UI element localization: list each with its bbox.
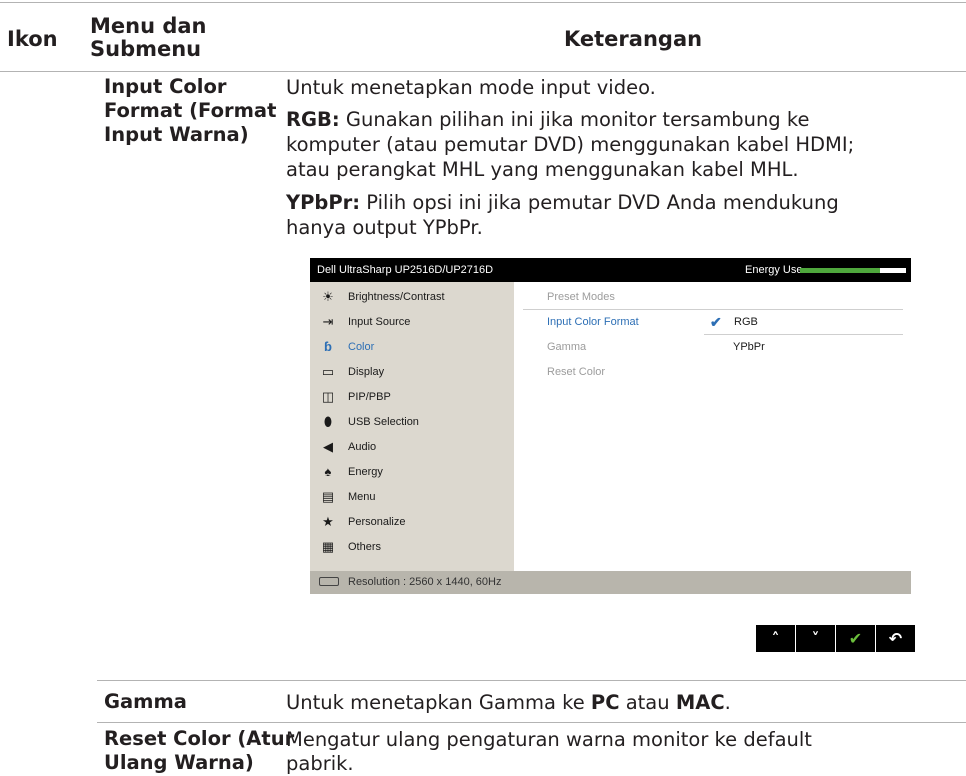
osd-title-bar: Dell UltraSharp UP2516D/UP2716D Energy U…: [310, 258, 911, 282]
gamma-text-b: atau: [619, 691, 676, 714]
osd-item-label: Personalize: [348, 516, 406, 528]
down-icon: ˅: [811, 629, 820, 648]
energy-use-bar: [800, 268, 906, 273]
osd-status-bar: Resolution : 2560 x 1440, 60Hz: [310, 571, 911, 594]
menu-input-color-format-line2: Format (Format: [104, 99, 277, 122]
osd-title: Dell UltraSharp UP2516D/UP2716D: [317, 264, 494, 276]
desc-ypbpr-line1: YPbPr: Pilih opsi ini jika pemutar DVD A…: [286, 190, 839, 215]
down-button[interactable]: ˅: [796, 625, 835, 652]
check-icon: ✔: [710, 314, 722, 330]
osd-sub-label: Reset Color: [547, 366, 606, 378]
others-icon: ▦: [321, 539, 335, 554]
rgb-text: Gunakan pilihan ini jika monitor tersamb…: [339, 108, 810, 131]
osd-sub-label: Input Color Format: [547, 316, 639, 328]
osd-item-label: USB Selection: [348, 416, 419, 428]
osd-sub-input-color-format[interactable]: Input Color Format ✔ RGB: [514, 310, 911, 335]
osd-item-label: PIP/PBP: [348, 391, 391, 403]
top-rule: [0, 2, 966, 3]
menu-input-color-format-line1: Input Color: [104, 75, 227, 98]
menu-input-color-format-line3: Input Warna): [104, 123, 249, 146]
gamma-text-c: .: [724, 691, 731, 714]
desc-reset-line1: Mengatur ulang pengaturan warna monitor …: [286, 728, 812, 751]
desc-rgb-line1: RGB: Gunakan pilihan ini jika monitor te…: [286, 107, 809, 132]
desc-gamma: Untuk menetapkan Gamma ke PC atau MAC.: [286, 690, 731, 715]
osd-item-label: Input Source: [348, 316, 411, 328]
check-button[interactable]: ✔: [836, 625, 875, 652]
osd-sub-label: Gamma: [547, 341, 587, 353]
osd-item-audio[interactable]: ◀ Audio: [310, 435, 514, 460]
back-button[interactable]: ↶: [876, 625, 915, 652]
input-icon: ⇥: [322, 314, 334, 329]
osd-item-others[interactable]: ▦ Others: [310, 535, 514, 560]
osd-item-energy[interactable]: ♠ Energy: [310, 460, 514, 485]
menu-reset-color-line2: Ulang Warna): [104, 751, 254, 774]
osd-item-label: Menu: [348, 491, 376, 503]
osd-item-input-source[interactable]: ⇥ Input Source: [310, 310, 514, 335]
menu-icon: ▤: [321, 489, 335, 504]
color-icon: ɓ: [324, 339, 332, 354]
sun-icon: ☀: [322, 289, 334, 304]
ypbpr-text: Pilih opsi ini jika pemutar DVD Anda men…: [360, 191, 839, 214]
resolution-icon: [319, 577, 339, 586]
menu-reset-color-line1: Reset Color (Atur: [104, 727, 295, 750]
monitor-icon: ▭: [321, 364, 335, 379]
osd-item-menu[interactable]: ▤ Menu: [310, 485, 514, 510]
energy-icon: ♠: [324, 464, 332, 479]
desc-rgb-line2: komputer (atau pemutar DVD) menggunakan …: [286, 133, 855, 156]
osd-item-label: Color: [348, 341, 375, 353]
osd-item-label: Brightness/Contrast: [348, 291, 445, 303]
header-menu-line2: Submenu: [90, 37, 202, 61]
gamma-pc: PC: [590, 691, 620, 714]
osd-item-brightness-contrast[interactable]: ☀ Brightness/Contrast: [310, 285, 514, 310]
check-icon: ✔: [848, 629, 863, 648]
osd-item-display[interactable]: ▭ Display: [310, 360, 514, 385]
row-rule-gamma: [97, 680, 966, 681]
osd-sub-label: Preset Modes: [547, 291, 615, 303]
back-icon: ↶: [888, 629, 903, 648]
up-icon: ˄: [771, 629, 780, 648]
usb-icon: ⬮: [323, 414, 333, 429]
osd-item-usb-selection[interactable]: ⬮ USB Selection: [310, 410, 514, 435]
row-rule-reset: [97, 722, 966, 723]
ypbpr-label: YPbPr:: [286, 191, 361, 214]
star-icon: ★: [322, 514, 334, 529]
header-ikon: Ikon: [7, 27, 58, 51]
energy-use-fill: [800, 268, 880, 273]
speaker-icon: ◀: [323, 439, 333, 454]
header-rule: [0, 71, 966, 72]
osd-sub-reset-color[interactable]: Reset Color: [514, 360, 911, 385]
osd-item-label: Audio: [348, 441, 377, 453]
osd-item-label: Others: [348, 541, 382, 553]
header-keterangan: Keterangan: [564, 27, 703, 51]
desc-rgb-line3: atau perangkat MHL yang menggunakan kabe…: [286, 158, 799, 181]
osd-main-menu: ☀ Brightness/Contrast ⇥ Input Source ɓ C…: [310, 282, 514, 571]
osd-item-pip-pbp[interactable]: ◫ PIP/PBP: [310, 385, 514, 410]
menu-gamma: Gamma: [104, 690, 187, 713]
desc-reset-line2: pabrik.: [286, 752, 354, 775]
osd-item-label: Energy: [348, 466, 383, 478]
rgb-label: RGB:: [286, 108, 340, 131]
resolution-text: Resolution : 2560 x 1440, 60Hz: [348, 576, 502, 588]
desc-intro: Untuk menetapkan mode input video.: [286, 76, 656, 99]
desc-ypbpr-line2: hanya output YPbPr.: [286, 216, 483, 239]
energy-use-label: Energy Use: [745, 264, 803, 276]
osd-submenu: Preset Modes Input Color Format ✔ RGB Ga…: [514, 282, 911, 571]
pip-icon: ◫: [321, 389, 335, 404]
option-rgb[interactable]: RGB: [734, 316, 758, 328]
osd-sub-gamma[interactable]: Gamma YPbPr: [514, 335, 911, 360]
up-button[interactable]: ˄: [756, 625, 795, 652]
gamma-text-a: Untuk menetapkan Gamma ke: [286, 691, 591, 714]
osd-sub-preset-modes[interactable]: Preset Modes: [514, 285, 911, 310]
osd-item-label: Display: [348, 366, 385, 378]
gamma-mac: MAC: [675, 691, 725, 714]
osd-item-color[interactable]: ɓ Color: [310, 335, 514, 360]
option-ypbpr[interactable]: YPbPr: [733, 341, 765, 353]
osd-menu-screenshot: Dell UltraSharp UP2516D/UP2716D Energy U…: [310, 258, 911, 594]
header-menu-line1: Menu dan: [90, 14, 207, 38]
osd-item-personalize[interactable]: ★ Personalize: [310, 510, 514, 535]
